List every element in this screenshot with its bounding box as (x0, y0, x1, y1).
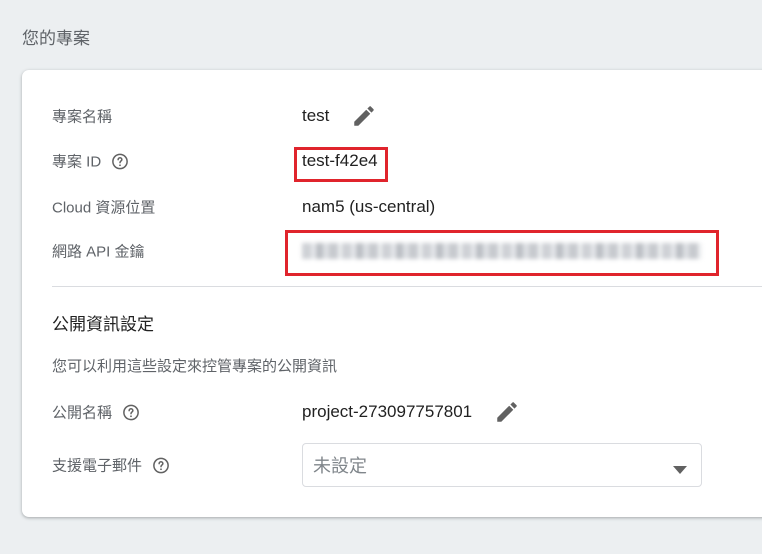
help-circle-icon[interactable] (152, 456, 170, 474)
public-name-label: 公開名稱 (52, 404, 113, 422)
public-settings-description: 您可以利用這些設定來控管專案的公開資訊 (52, 358, 338, 375)
support-email-label: 支援電子郵件 (52, 457, 143, 475)
project-name-row: 專案名稱 test (22, 101, 762, 131)
project-id-label-wrap: 專案 ID (52, 151, 129, 172)
resource-location-value: nam5 (us-central) (302, 197, 436, 216)
public-name-value-wrap: project-273097757801 (302, 399, 520, 425)
project-name-value: test (302, 106, 330, 125)
project-id-label: 專案 ID (52, 153, 102, 171)
page-title: 您的專案 (22, 29, 90, 48)
section-divider (52, 286, 762, 287)
public-name-value: project-273097757801 (302, 402, 473, 421)
resource-location-row: Cloud 資源位置 nam5 (us-central) (22, 192, 762, 222)
project-id-highlight (294, 147, 388, 182)
help-circle-icon[interactable] (122, 403, 140, 421)
dropdown-arrow-icon (673, 461, 687, 474)
project-id-row: 專案 ID test-f42e4 (22, 146, 762, 176)
public-settings-title: 公開資訊設定 (52, 315, 154, 334)
support-email-selected-value: 未設定 (313, 456, 367, 476)
project-name-label: 專案名稱 (52, 108, 113, 126)
project-settings-card: 專案名稱 test 專案 ID test-f42e4 Cloud 資源位置 na… (22, 70, 762, 517)
public-name-row: 公開名稱 project-273097757801 (22, 397, 762, 427)
edit-project-name-icon[interactable] (351, 103, 377, 129)
public-name-label-wrap: 公開名稱 (52, 402, 140, 423)
project-name-value-wrap: test (302, 103, 377, 129)
help-circle-icon[interactable] (111, 152, 129, 170)
edit-public-name-icon[interactable] (494, 399, 520, 425)
resource-location-label: Cloud 資源位置 (52, 199, 156, 217)
web-api-key-label: 網路 API 金鑰 (52, 243, 145, 261)
support-email-select[interactable]: 未設定 (302, 443, 702, 487)
support-email-label-wrap: 支援電子郵件 (52, 455, 170, 476)
api-key-highlight (285, 230, 719, 276)
